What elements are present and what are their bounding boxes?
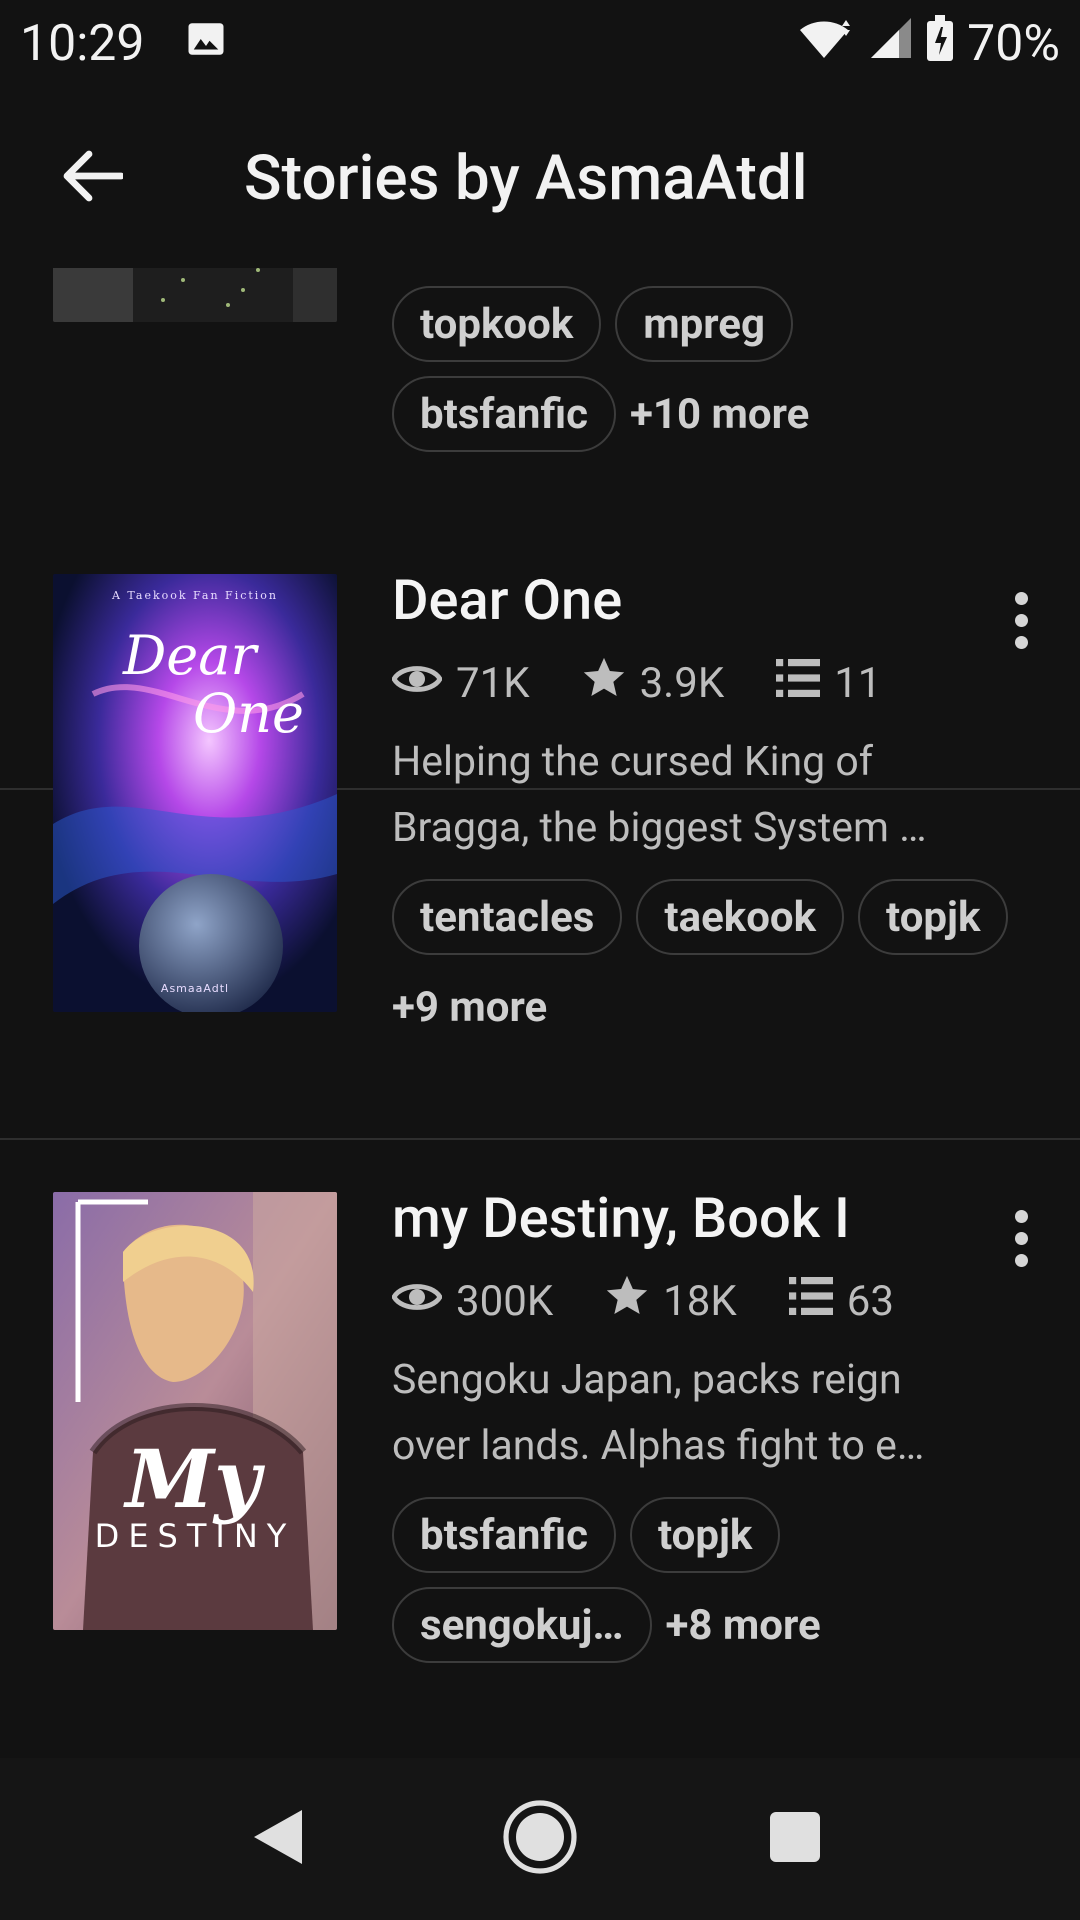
story-item[interactable]: A Taekook Fan Fiction Dear One AsmaaAdtl… — [0, 522, 1080, 1140]
story-description: Helping the cursed King of Bragga, the b… — [392, 738, 927, 852]
tag-list: topkook mpreg btsfanfic +10 more — [392, 286, 1032, 466]
nav-back-icon — [252, 1810, 304, 1870]
tag-chip[interactable]: topjk — [629, 1497, 781, 1573]
parts-stat: 63 — [788, 1277, 894, 1326]
nav-home-icon — [502, 1800, 578, 1879]
votes-stat: 18K — [605, 1274, 737, 1329]
status-time: 10:29 — [20, 15, 145, 73]
tag-list: btsfanfic topjk sengokuj… +8 more — [392, 1497, 1032, 1677]
story-cover[interactable]: A Taekook Fan Fiction Dear One AsmaaAdtl — [53, 574, 337, 1012]
tag-chip[interactable]: mpreg — [615, 286, 793, 362]
nav-recents-button[interactable] — [768, 1810, 822, 1868]
star-icon — [582, 656, 640, 711]
reads-stat: 71K — [391, 659, 530, 708]
tag-chip[interactable]: btsfanfic — [392, 376, 616, 452]
story-title[interactable]: Dear One — [392, 568, 1032, 632]
signal-icon — [869, 15, 913, 73]
more-vert-icon — [1014, 1209, 1028, 1267]
story-cover[interactable]: My DESTINY — [53, 1192, 337, 1630]
page-title: Stories by AsmaAtdl — [244, 141, 808, 215]
nav-back-button[interactable] — [252, 1808, 304, 1870]
eye-icon — [391, 1277, 456, 1326]
more-tags-link[interactable]: +10 more — [630, 376, 809, 452]
cover-title-line2: One — [193, 682, 304, 745]
tag-chip[interactable]: sengokuj… — [392, 1587, 652, 1663]
story-description: Sengoku Japan, packs reign over lands. A… — [392, 1356, 925, 1470]
tag-chip[interactable]: topkook — [392, 286, 602, 362]
more-vert-icon — [1014, 591, 1028, 649]
wifi-icon — [797, 15, 855, 73]
cover-top-text: A Taekook Fan Fiction — [111, 589, 278, 602]
battery-percent: 70% — [967, 15, 1060, 73]
cover-title-line1: My — [122, 1432, 266, 1526]
more-tags-link[interactable]: +8 more — [666, 1587, 821, 1663]
story-options-button[interactable] — [996, 580, 1046, 660]
nav-recents-icon — [768, 1812, 822, 1868]
cover-title-line2: DESTINY — [95, 1517, 296, 1555]
tag-chip[interactable]: taekook — [636, 879, 845, 955]
image-notification-icon — [185, 15, 227, 73]
story-item[interactable]: My DESTINY my Destiny, Book I 300K 18K 6… — [0, 1140, 1080, 1758]
cover-author-text: AsmaaAdtl — [161, 982, 229, 995]
battery-icon — [927, 14, 954, 74]
nav-home-button[interactable] — [502, 1799, 578, 1879]
star-icon — [605, 1274, 663, 1329]
more-tags-link[interactable]: +9 more — [392, 969, 547, 1045]
story-stats: 71K 3.9K 11 — [391, 656, 1032, 711]
story-title[interactable]: my Destiny, Book I — [392, 1186, 1032, 1250]
tag-chip[interactable]: topjk — [858, 879, 1009, 955]
cover-title-line1: Dear — [122, 624, 259, 687]
reads-stat: 300K — [391, 1277, 553, 1326]
story-options-button[interactable] — [996, 1198, 1046, 1278]
status-bar: 10:29 70% — [0, 0, 1080, 88]
back-arrow-icon — [61, 150, 125, 206]
back-button[interactable] — [52, 138, 132, 218]
story-stats: 300K 18K 63 — [391, 1274, 1032, 1329]
votes-stat: 3.9K — [582, 656, 724, 711]
tag-chip[interactable]: btsfanfic — [392, 1497, 616, 1573]
list-icon — [788, 1277, 847, 1326]
tag-chip[interactable]: tentacles — [392, 879, 623, 955]
story-cover[interactable] — [53, 268, 337, 322]
list-icon — [776, 659, 834, 708]
system-nav-bar — [0, 1758, 1080, 1920]
eye-icon — [391, 659, 456, 708]
parts-stat: 11 — [776, 659, 881, 708]
story-list[interactable]: topkook mpreg btsfanfic +10 more A Taeko… — [0, 268, 1080, 1758]
app-bar: Stories by AsmaAtdl — [0, 88, 1080, 268]
tag-list: tentacles taekook topjk +9 more — [392, 879, 1032, 1045]
